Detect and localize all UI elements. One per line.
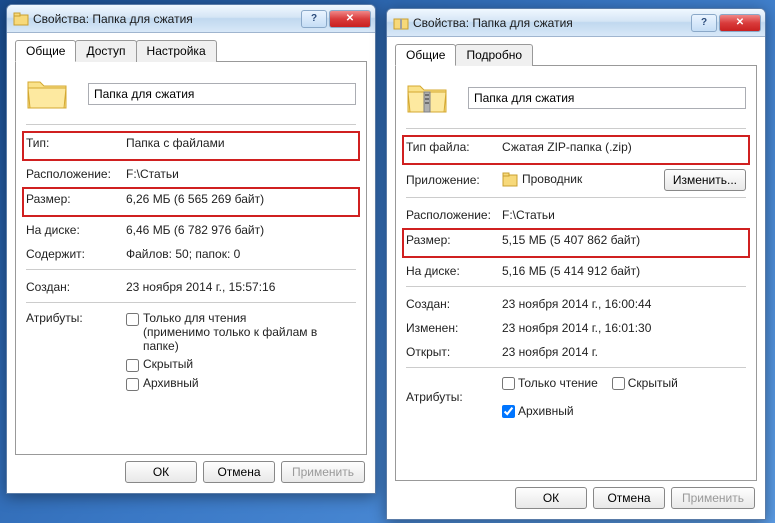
explorer-icon	[502, 172, 518, 188]
apply-button[interactable]: Применить	[281, 461, 365, 483]
readonly-label-r: Только чтение	[518, 376, 598, 390]
title-right: Свойства: Папка для сжатия	[413, 16, 691, 30]
help-button[interactable]: ?	[301, 10, 327, 28]
created-label: Создан:	[26, 280, 126, 294]
ok-button[interactable]: ОК	[125, 461, 197, 483]
archive-checkbox-r[interactable]	[502, 405, 515, 418]
opened-label: Открыт:	[406, 345, 502, 359]
attrs-label-r: Атрибуты:	[406, 390, 502, 404]
location-label: Расположение:	[26, 167, 126, 181]
disksize-value-r: 5,16 МБ (5 414 912 байт)	[502, 264, 746, 278]
size-value-r: 5,15 МБ (5 407 862 байт)	[502, 233, 746, 247]
highlight-size: Размер: 6,26 МБ (6 565 269 байт)	[22, 187, 360, 217]
size-value: 6,26 МБ (6 565 269 байт)	[126, 192, 356, 206]
cancel-button[interactable]: Отмена	[203, 461, 275, 483]
folder-icon	[26, 74, 68, 114]
apply-button-r[interactable]: Применить	[671, 487, 755, 509]
close-button[interactable]: ✕	[329, 10, 371, 28]
tabs-left: Общие Доступ Настройка	[15, 39, 367, 61]
app-label: Приложение:	[406, 173, 502, 187]
archive-label: Архивный	[143, 376, 199, 390]
zip-icon-small	[393, 15, 409, 31]
location-label-r: Расположение:	[406, 208, 502, 222]
zip-icon	[406, 78, 448, 118]
filetype-label: Тип файла:	[406, 140, 502, 154]
filetype-value: Сжатая ZIP-папка (.zip)	[502, 140, 746, 154]
created-value-r: 23 ноября 2014 г., 16:00:44	[502, 297, 746, 311]
tabpanel-left: Тип: Папка с файлами Расположение: F:\Ст…	[15, 61, 367, 455]
highlight-type: Тип: Папка с файлами	[22, 131, 360, 161]
tab-details[interactable]: Подробно	[455, 44, 533, 66]
highlight-filetype: Тип файла: Сжатая ZIP-папка (.zip)	[402, 135, 750, 165]
help-button[interactable]: ?	[691, 14, 717, 32]
readonly-label: Только для чтения	[143, 311, 246, 325]
type-value: Папка с файлами	[126, 136, 356, 150]
disksize-value: 6,46 МБ (6 782 976 байт)	[126, 223, 356, 237]
readonly-checkbox[interactable]	[126, 313, 139, 326]
close-button[interactable]: ✕	[719, 14, 761, 32]
size-label-r: Размер:	[406, 233, 502, 247]
tabpanel-right: Тип файла: Сжатая ZIP-папка (.zip) Прило…	[395, 65, 757, 481]
location-value: F:\Статьи	[126, 167, 356, 181]
zip-properties-window: Свойства: Папка для сжатия ? ✕ Общие Под…	[386, 8, 766, 520]
title-left: Свойства: Папка для сжатия	[33, 12, 301, 26]
type-label: Тип:	[26, 136, 126, 150]
cancel-button-r[interactable]: Отмена	[593, 487, 665, 509]
folder-name-input[interactable]	[88, 83, 356, 105]
change-button[interactable]: Изменить...	[664, 169, 746, 191]
hidden-label: Скрытый	[143, 357, 193, 371]
disksize-label-r: На диске:	[406, 264, 502, 278]
folder-icon-small	[13, 11, 29, 27]
hidden-checkbox-r[interactable]	[612, 377, 625, 390]
tab-general[interactable]: Общие	[15, 40, 76, 62]
highlight-size-r: Размер: 5,15 МБ (5 407 862 байт)	[402, 228, 750, 258]
location-value-r: F:\Статьи	[502, 208, 746, 222]
folder-properties-window: Свойства: Папка для сжатия ? ✕ Общие Дос…	[6, 4, 376, 494]
hidden-label-r: Скрытый	[628, 376, 678, 390]
attrs-label: Атрибуты:	[26, 311, 126, 325]
archive-checkbox[interactable]	[126, 378, 139, 391]
size-label: Размер:	[26, 192, 126, 206]
modified-label: Изменен:	[406, 321, 502, 335]
opened-value: 23 ноября 2014 г.	[502, 345, 746, 359]
created-label-r: Создан:	[406, 297, 502, 311]
titlebar-right[interactable]: Свойства: Папка для сжатия ? ✕	[387, 9, 765, 37]
contains-label: Содержит:	[26, 247, 126, 261]
titlebar-left[interactable]: Свойства: Папка для сжатия ? ✕	[7, 5, 375, 33]
tab-general[interactable]: Общие	[395, 44, 456, 66]
button-row-right: ОК Отмена Применить	[395, 481, 757, 511]
file-name-input[interactable]	[468, 87, 746, 109]
disksize-label: На диске:	[26, 223, 126, 237]
readonly-note: (применимо только к файлам в папке)	[143, 325, 317, 353]
modified-value: 23 ноября 2014 г., 16:01:30	[502, 321, 746, 335]
tab-settings[interactable]: Настройка	[136, 40, 217, 62]
tabs-right: Общие Подробно	[395, 43, 757, 65]
button-row-left: ОК Отмена Применить	[15, 455, 367, 485]
tab-access[interactable]: Доступ	[75, 40, 136, 62]
archive-label-r: Архивный	[518, 404, 574, 418]
hidden-checkbox[interactable]	[126, 359, 139, 372]
readonly-checkbox-r[interactable]	[502, 377, 515, 390]
ok-button-r[interactable]: ОК	[515, 487, 587, 509]
app-value: Проводник	[502, 172, 664, 188]
created-value: 23 ноября 2014 г., 15:57:16	[126, 280, 356, 294]
contains-value: Файлов: 50; папок: 0	[126, 247, 356, 261]
